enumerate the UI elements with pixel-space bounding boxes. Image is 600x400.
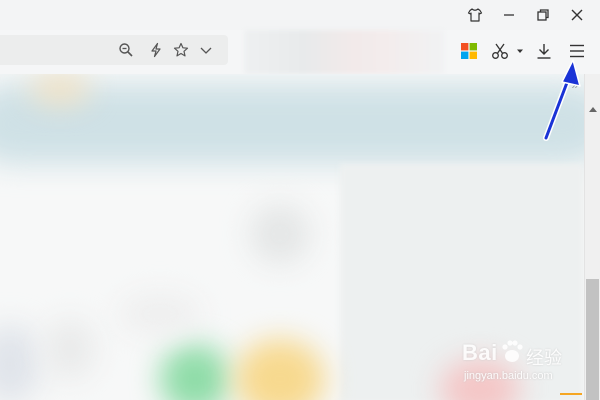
apps-grid-icon[interactable] xyxy=(455,37,483,65)
download-icon[interactable] xyxy=(530,37,558,65)
lightning-icon[interactable] xyxy=(146,40,166,60)
chevron-down-icon[interactable] xyxy=(196,40,216,60)
blurred-shape xyxy=(0,324,40,400)
toolbar xyxy=(0,30,600,74)
minimize-icon[interactable] xyxy=(492,0,526,30)
scroll-up-arrow-icon[interactable] xyxy=(585,102,600,116)
zoom-icon[interactable] xyxy=(116,40,136,60)
scissors-icon[interactable] xyxy=(486,37,514,65)
skin-icon[interactable] xyxy=(458,0,492,30)
orange-accent-line xyxy=(560,393,582,395)
bookmarks-overflow-button[interactable]: » xyxy=(566,74,584,96)
blurred-shape xyxy=(250,204,310,264)
close-icon[interactable] xyxy=(560,0,594,30)
star-icon[interactable] xyxy=(171,40,191,60)
title-bar xyxy=(0,0,600,30)
blurred-shape xyxy=(160,344,230,400)
restore-icon[interactable] xyxy=(526,0,560,30)
address-bar[interactable] xyxy=(0,35,228,65)
blurred-shape xyxy=(235,339,325,400)
watermark-brand-cn: 经验 xyxy=(526,348,562,368)
baidu-watermark: Bai 经验 jingyan.baidu.com xyxy=(458,332,588,392)
dropdown-caret-icon[interactable] xyxy=(512,37,528,65)
blurred-shape xyxy=(45,319,95,379)
watermark-brand: Bai xyxy=(462,340,498,365)
blurred-shape xyxy=(120,294,200,334)
blurred-shape xyxy=(30,74,90,104)
menu-icon[interactable] xyxy=(563,37,591,65)
blurred-banner xyxy=(0,84,584,164)
paw-icon xyxy=(502,340,523,362)
blurred-extension-area xyxy=(244,30,444,74)
watermark-url: jingyan.baidu.com xyxy=(464,370,553,382)
